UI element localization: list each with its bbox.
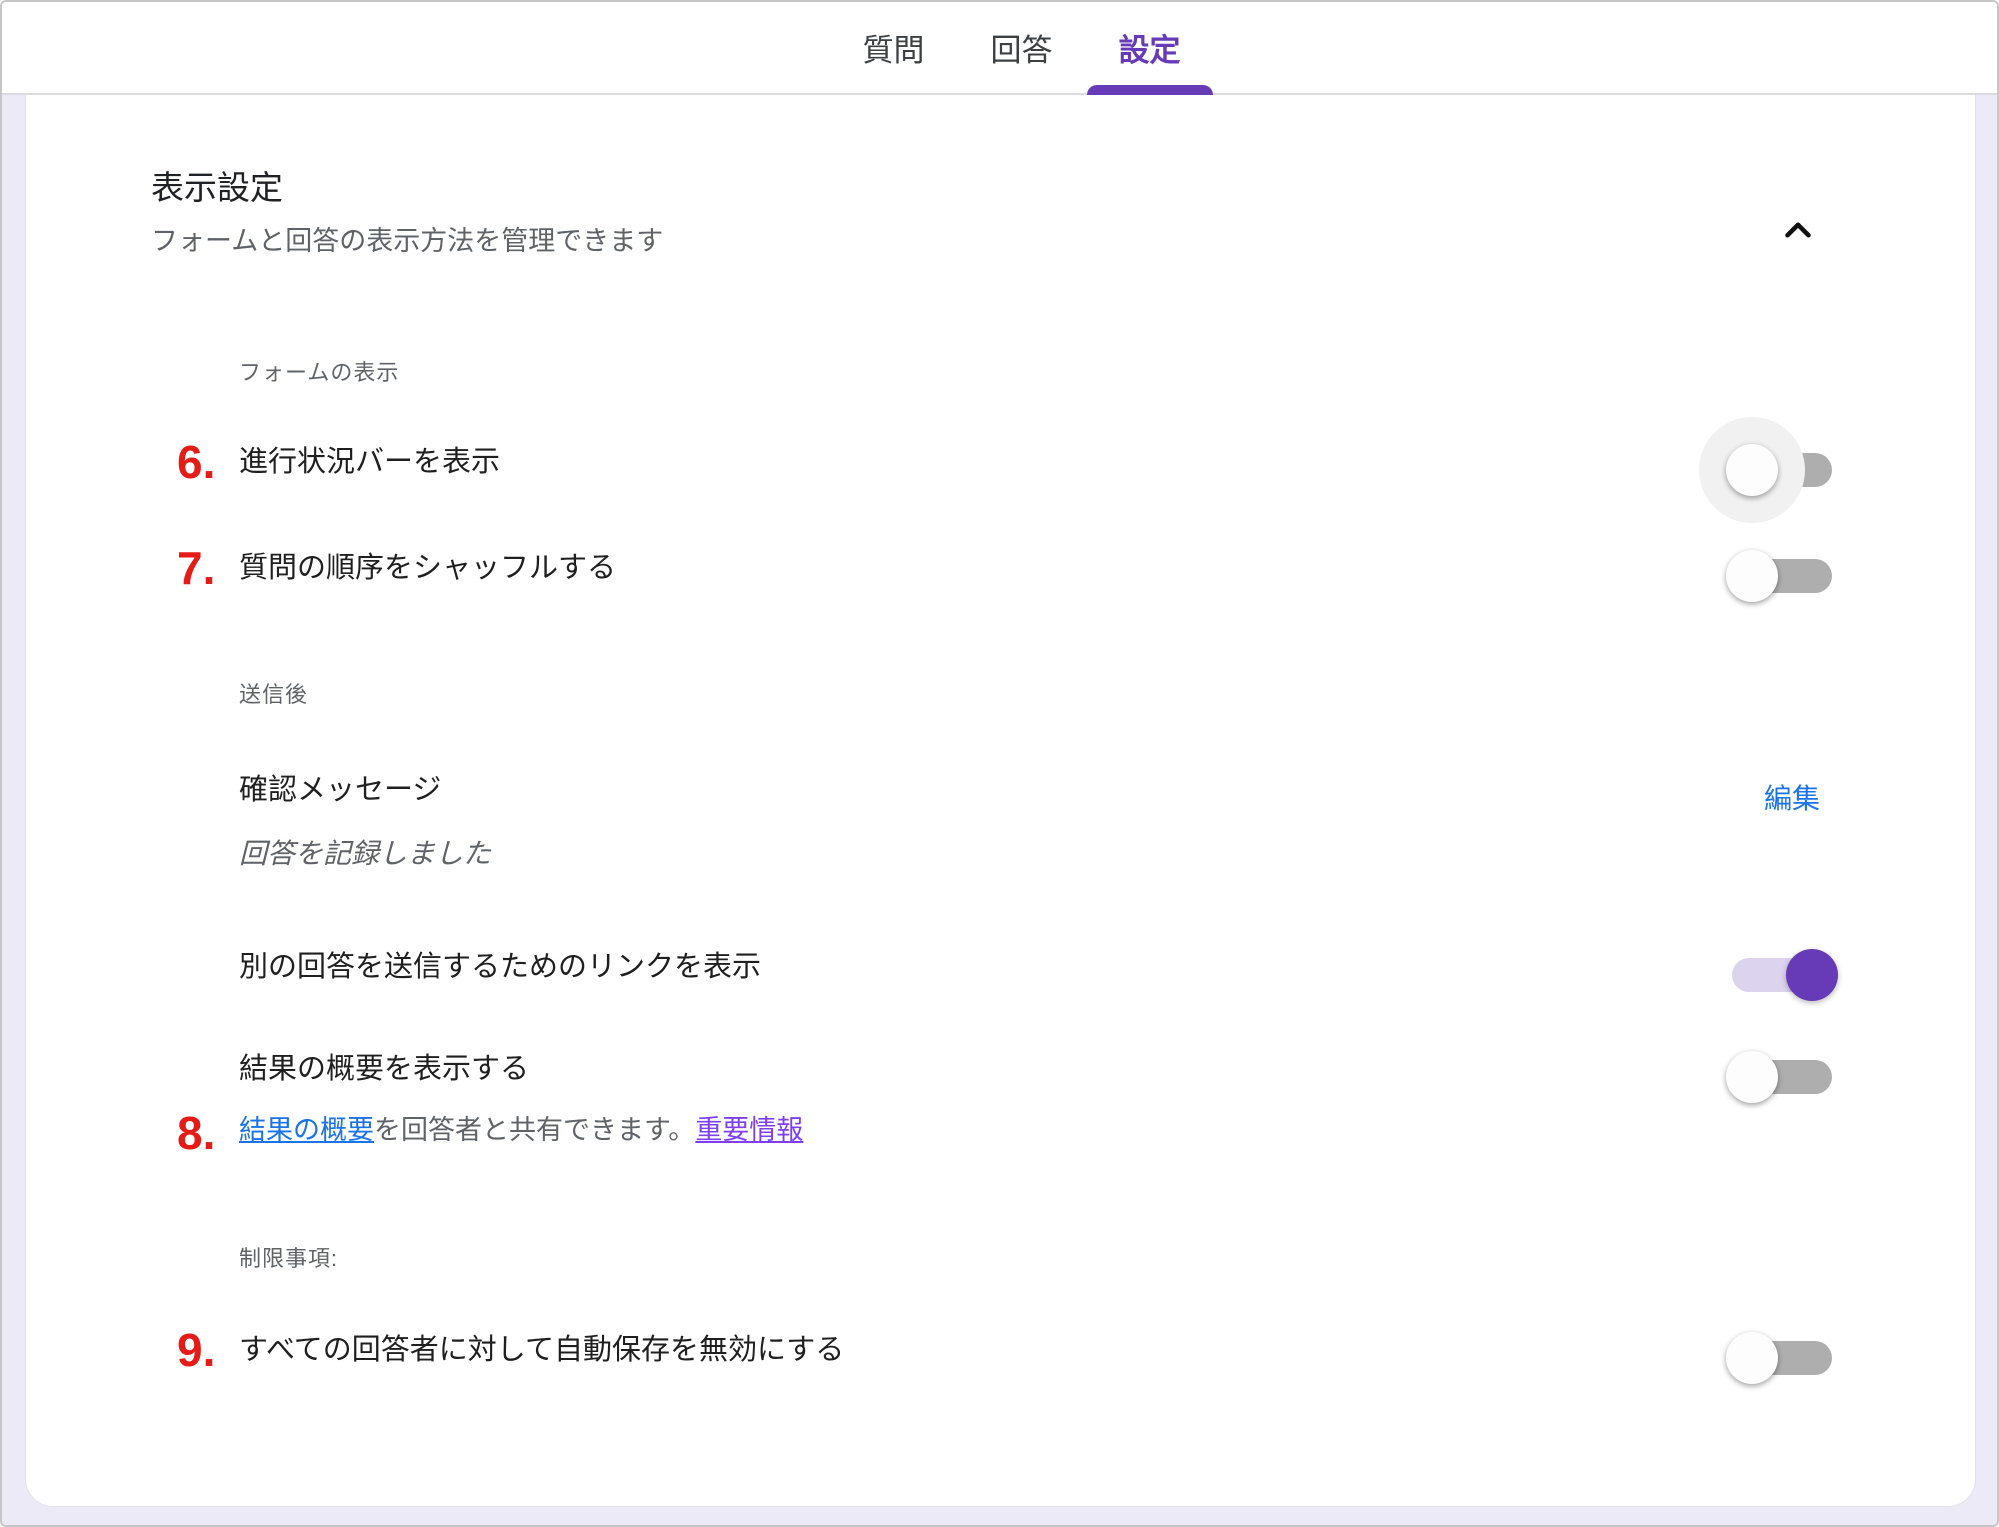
panel-subtitle: フォームと回答の表示方法を管理できます xyxy=(151,224,663,259)
settings-list: フォームの表示 6. 進行状況バーを表示 7. 質問の順序をシャッフルする xyxy=(239,355,1850,1374)
section-after-submission: 送信後 xyxy=(239,677,1850,709)
form-tab-bar: 質問 回答 設定 xyxy=(2,2,1997,95)
tab-questions[interactable]: 質問 xyxy=(861,1,927,94)
disable-autosave-toggle[interactable] xyxy=(1732,1341,1832,1375)
panel-title: 表示設定 xyxy=(151,167,663,208)
results-summary-description: 結果の概要を回答者と共有できます。重要情報 xyxy=(239,1108,803,1147)
toggle-thumb xyxy=(1726,444,1778,496)
confirmation-message-text: 確認メッセージ 回答を記録しました xyxy=(239,771,491,872)
annotation-6: 6. xyxy=(177,435,215,489)
toggle-thumb xyxy=(1786,949,1838,1001)
confirmation-message-value: 回答を記録しました xyxy=(239,832,491,872)
setting-row-disable-autosave: 9. すべての回答者に対して自動保存を無効にする xyxy=(239,1331,1850,1375)
disable-autosave-label: すべての回答者に対して自動保存を無効にする xyxy=(239,1331,844,1370)
results-summary-text: 結果の概要を表示する 結果の概要を回答者と共有できます。重要情報 xyxy=(239,1050,803,1146)
annotation-9: 9. xyxy=(177,1323,215,1377)
tab-responses[interactable]: 回答 xyxy=(989,1,1055,94)
shuffle-questions-toggle[interactable] xyxy=(1732,559,1832,593)
tab-questions-label: 質問 xyxy=(863,25,925,70)
results-summary-description-text: を回答者と共有できます。 xyxy=(374,1115,695,1145)
setting-row-resubmit-link: 別の回答を送信するためのリンクを表示 xyxy=(239,948,1850,992)
google-forms-settings-screen: 質問 回答 設定 表示設定 フォームと回答の表示方法を管理できます xyxy=(0,0,1999,1527)
edit-confirmation-link[interactable]: 編集 xyxy=(1764,777,1820,817)
resubmit-link-toggle[interactable] xyxy=(1732,958,1832,992)
setting-row-confirmation-message: 確認メッセージ 回答を記録しました 編集 xyxy=(239,771,1850,872)
annotation-7: 7. xyxy=(177,541,215,595)
results-summary-label: 結果の概要を表示する xyxy=(239,1050,803,1089)
results-summary-toggle[interactable] xyxy=(1732,1060,1832,1094)
toggle-thumb xyxy=(1726,550,1778,602)
tab-settings-label: 設定 xyxy=(1119,25,1181,70)
section-form-presentation: フォームの表示 xyxy=(239,355,1850,387)
collapse-section-button[interactable] xyxy=(1774,207,1822,255)
tab-settings[interactable]: 設定 xyxy=(1117,1,1183,94)
toggle-thumb xyxy=(1726,1051,1778,1103)
progress-bar-label: 進行状況バーを表示 xyxy=(239,443,500,482)
progress-bar-toggle[interactable] xyxy=(1732,453,1832,487)
setting-row-results-summary: 8. 結果の概要を表示する 結果の概要を回答者と共有できます。重要情報 xyxy=(239,1050,1850,1146)
panel-header: 表示設定 フォームと回答の表示方法を管理できます xyxy=(151,167,1850,259)
annotation-8: 8. xyxy=(177,1106,215,1160)
panel-header-text: 表示設定 フォームと回答の表示方法を管理できます xyxy=(151,167,663,259)
setting-row-progress-bar: 6. 進行状況バーを表示 xyxy=(239,443,1850,487)
shuffle-questions-label: 質問の順序をシャッフルする xyxy=(239,549,616,588)
setting-row-shuffle-questions: 7. 質問の順序をシャッフルする xyxy=(239,549,1850,593)
resubmit-link-label: 別の回答を送信するためのリンクを表示 xyxy=(239,948,761,987)
section-restrictions: 制限事項: xyxy=(239,1241,1850,1273)
settings-content-area: 表示設定 フォームと回答の表示方法を管理できます フォームの表示 6. xyxy=(2,95,1997,1527)
presentation-settings-card: 表示設定 フォームと回答の表示方法を管理できます フォームの表示 6. xyxy=(25,95,1976,1507)
toggle-thumb xyxy=(1726,1332,1778,1384)
important-info-link[interactable]: 重要情報 xyxy=(695,1115,803,1145)
chevron-up-icon xyxy=(1777,209,1819,254)
results-summary-link[interactable]: 結果の概要 xyxy=(239,1115,374,1145)
tab-responses-label: 回答 xyxy=(991,25,1053,70)
confirmation-message-label: 確認メッセージ xyxy=(239,771,491,810)
